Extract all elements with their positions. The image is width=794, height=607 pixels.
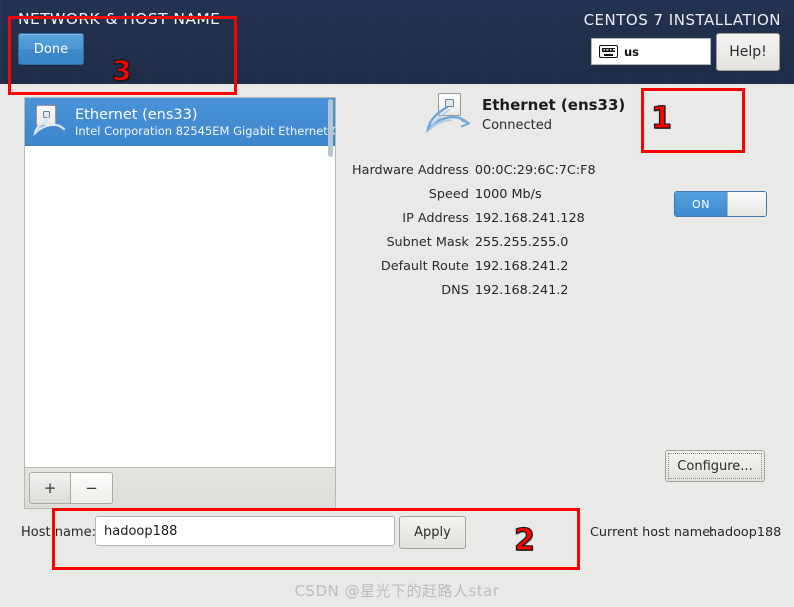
configure-button[interactable]: Configure...	[665, 450, 765, 482]
device-detail-header: Ethernet (ens33) Connected	[352, 92, 652, 144]
table-row: Speed 1000 Mb/s	[352, 182, 652, 206]
hostname-input[interactable]	[95, 516, 395, 546]
hostname-label: Host name:	[21, 525, 96, 540]
minus-icon: −	[85, 479, 98, 497]
device-detail-name: Ethernet (ens33)	[482, 96, 626, 114]
add-device-button[interactable]: +	[29, 472, 71, 504]
apply-button-label: Apply	[414, 525, 451, 540]
table-row: Hardware Address 00:0C:29:6C:7C:F8	[352, 158, 652, 182]
field-value: 192.168.241.128	[474, 210, 585, 226]
field-label: Speed	[428, 186, 469, 202]
current-hostname-value: hadoop188	[709, 525, 782, 540]
plus-icon: +	[43, 479, 57, 497]
keyboard-layout-indicator[interactable]: us	[591, 38, 711, 65]
remove-device-button[interactable]: −	[71, 472, 113, 504]
table-row: Subnet Mask 255.255.255.0	[352, 230, 652, 254]
keyboard-layout-label: us	[624, 44, 640, 59]
page-title: NETWORK & HOST NAME	[18, 10, 221, 28]
scrollbar-thumb[interactable]	[328, 99, 333, 157]
configure-button-label: Configure...	[677, 458, 753, 474]
installation-title: CENTOS 7 INSTALLATION	[583, 11, 781, 29]
device-detail-panel: Ethernet (ens33) Connected Hardware Addr…	[352, 92, 652, 298]
list-item-texts: Ethernet (ens33) Intel Corporation 82545…	[75, 107, 335, 138]
device-list-scrollbar[interactable]	[327, 99, 334, 467]
field-label: Hardware Address	[352, 162, 469, 178]
field-value: 00:0C:29:6C:7C:F8	[474, 162, 596, 178]
table-row: DNS 192.168.241.2	[352, 278, 652, 302]
table-row: Default Route 192.168.241.2	[352, 254, 652, 278]
list-item[interactable]: Ethernet (ens33) Intel Corporation 82545…	[25, 98, 335, 146]
help-button-label: Help!	[729, 44, 767, 60]
field-label: Default Route	[380, 258, 469, 274]
spoke-content: Ethernet (ens33) Intel Corporation 82545…	[0, 84, 794, 607]
field-value: 1000 Mb/s	[474, 186, 542, 202]
field-value: 255.255.255.0	[474, 234, 569, 250]
toggle-state-label: ON	[675, 192, 727, 216]
network-enable-toggle[interactable]: ON	[674, 191, 767, 217]
watermark: CSDN @星光下的赶路人star	[294, 582, 500, 600]
device-detail-status: Connected	[482, 118, 553, 133]
apply-button[interactable]: Apply	[399, 516, 466, 549]
ethernet-icon	[33, 104, 69, 140]
done-button-label: Done	[33, 41, 69, 57]
done-button[interactable]: Done	[18, 33, 84, 65]
field-label: Subnet Mask	[386, 234, 469, 250]
toggle-knob[interactable]	[727, 192, 766, 216]
field-label: IP Address	[402, 210, 469, 226]
field-label: DNS	[441, 282, 469, 298]
installer-header: NETWORK & HOST NAME Done CENTOS 7 INSTAL…	[0, 0, 794, 84]
list-item-subtitle: Intel Corporation 82545EM Gigabit Ethern…	[75, 123, 335, 138]
field-value: 192.168.241.2	[474, 282, 569, 298]
keyboard-icon	[599, 45, 618, 58]
help-button[interactable]: Help!	[716, 33, 780, 71]
device-list-toolbar: + −	[24, 468, 336, 509]
network-device-list[interactable]: Ethernet (ens33) Intel Corporation 82545…	[24, 97, 336, 468]
field-value: 192.168.241.2	[474, 258, 569, 274]
ethernet-icon	[426, 92, 472, 140]
list-item-title: Ethernet (ens33)	[75, 106, 198, 123]
current-hostname-label: Current host name:	[590, 525, 715, 540]
table-row: IP Address 192.168.241.128	[352, 206, 652, 230]
device-detail-table: Hardware Address 00:0C:29:6C:7C:F8 Speed…	[352, 158, 652, 302]
